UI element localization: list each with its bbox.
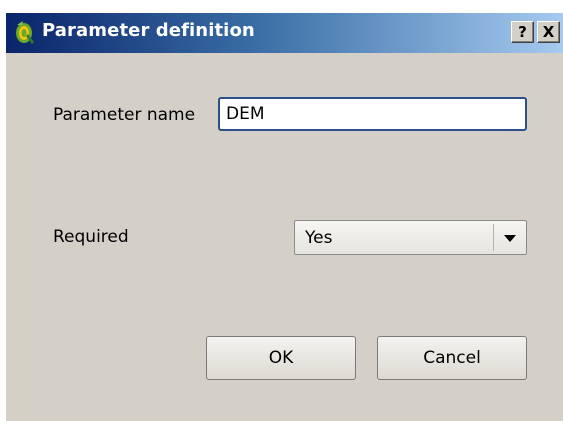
parameter-name-label: Parameter name — [53, 105, 196, 125]
dialog-body: Parameter name Required Yes OK Cancel — [6, 53, 563, 421]
parameter-name-input[interactable] — [218, 97, 527, 131]
help-button[interactable]: ? — [511, 21, 534, 43]
title-bar[interactable]: Parameter definition ? X — [6, 13, 563, 53]
dialog-title: Parameter definition — [42, 20, 255, 41]
cancel-button[interactable]: Cancel — [377, 336, 527, 380]
required-dropdown[interactable]: Yes — [294, 220, 527, 255]
dropdown-separator — [493, 224, 494, 251]
close-button[interactable]: X — [537, 21, 560, 43]
qgis-logo-icon — [14, 19, 36, 45]
required-selected-value: Yes — [305, 228, 333, 248]
chevron-down-icon[interactable] — [498, 224, 522, 251]
ok-button[interactable]: OK — [206, 336, 356, 380]
dialog-window: Parameter definition ? X Parameter name … — [0, 0, 563, 421]
required-label: Required — [53, 227, 129, 247]
